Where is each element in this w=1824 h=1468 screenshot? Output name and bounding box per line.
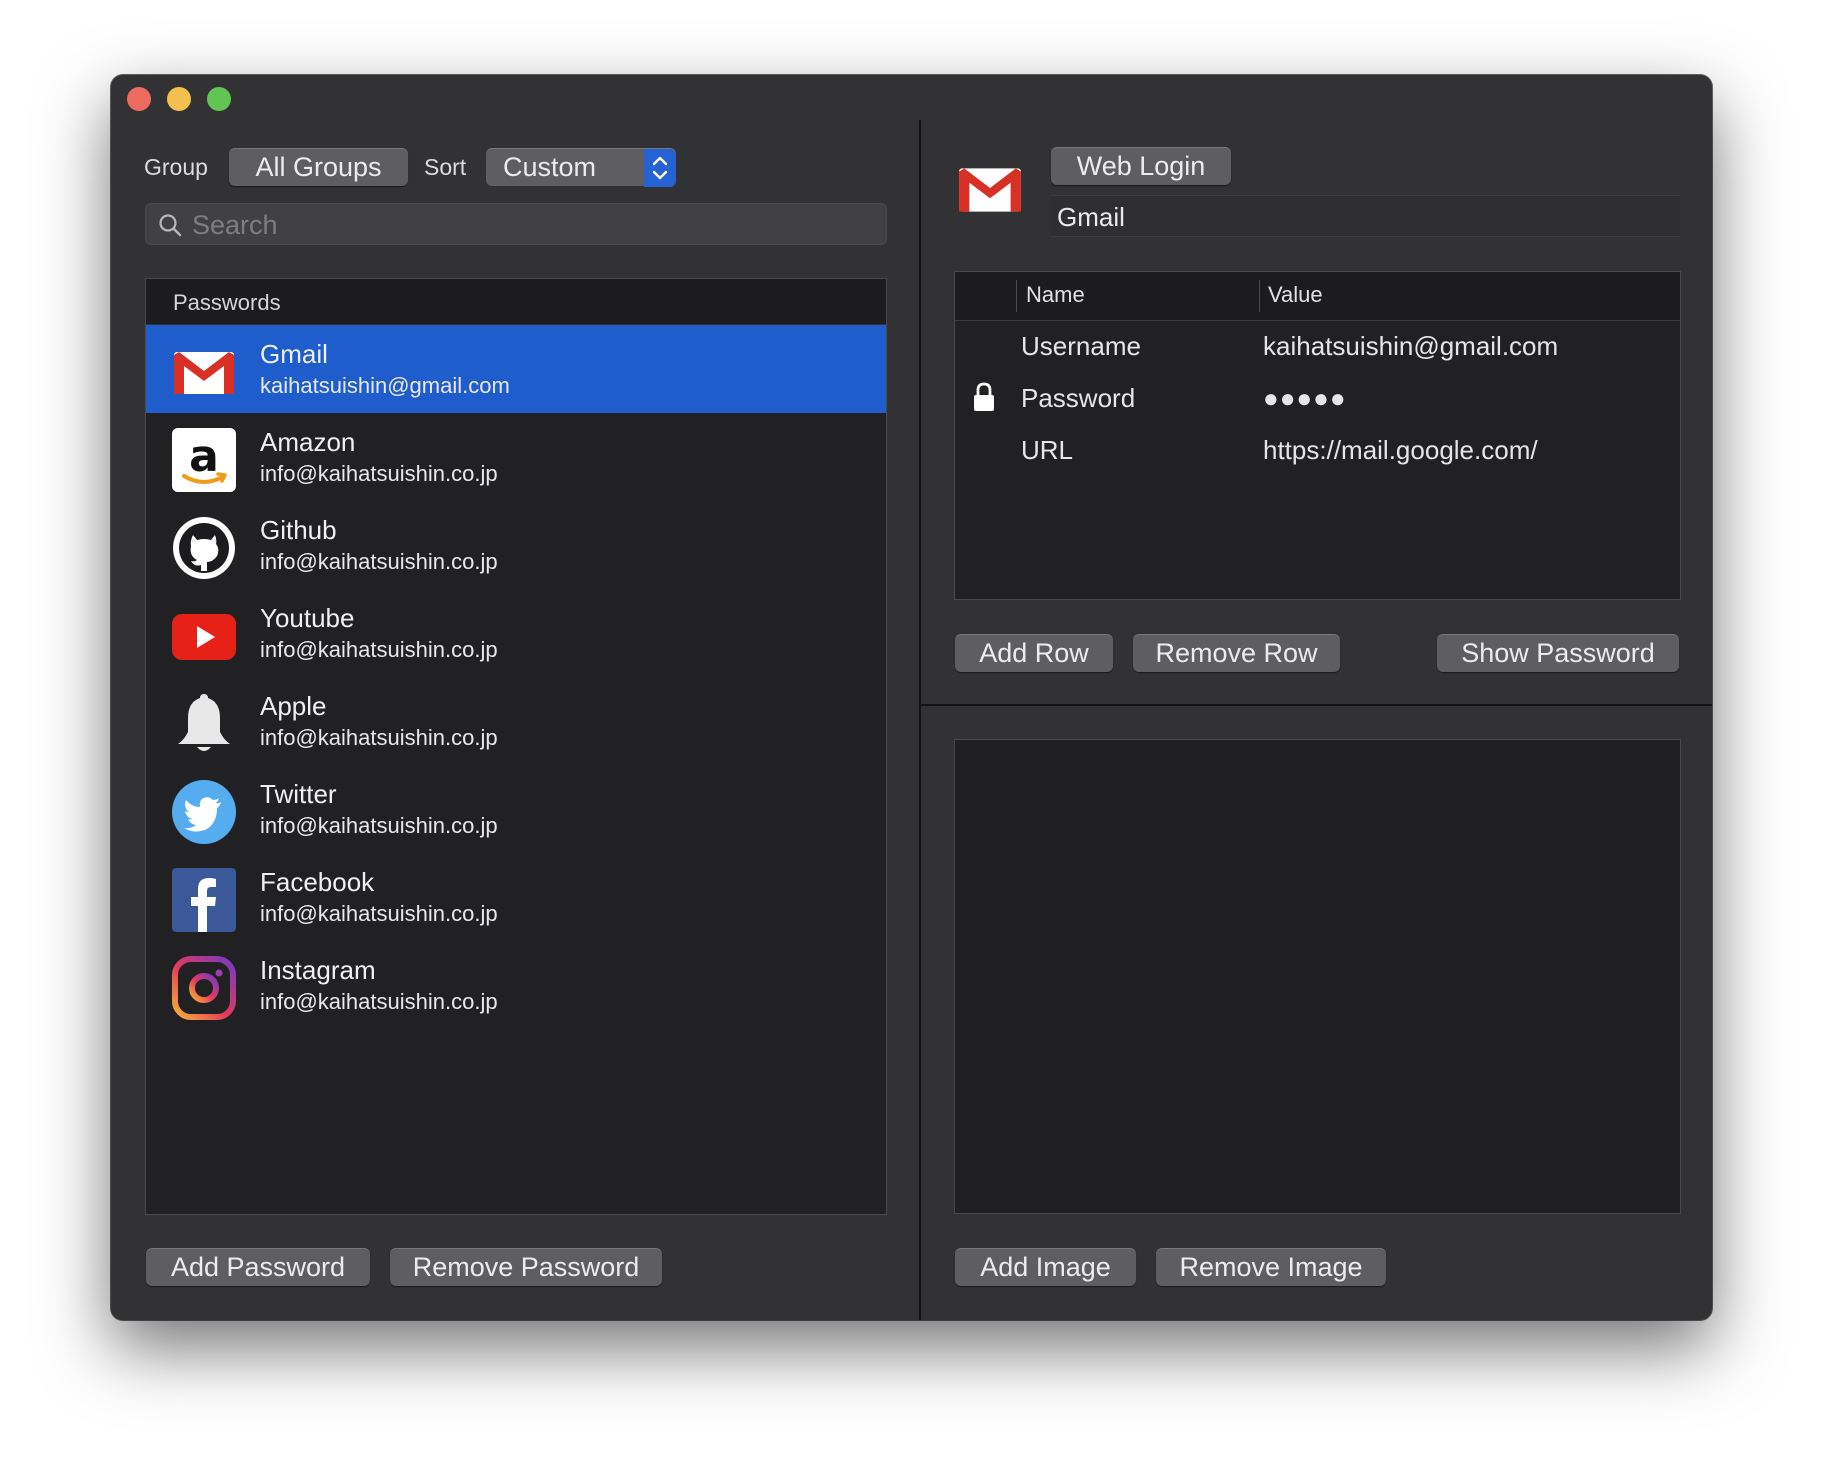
- add-image-button[interactable]: Add Image: [955, 1248, 1136, 1286]
- entry-type-popup-button[interactable]: Web Login: [1051, 147, 1231, 185]
- bell-icon: [178, 694, 230, 751]
- show-password-button[interactable]: Show Password: [1437, 634, 1679, 672]
- twitter-icon: [172, 780, 236, 844]
- sort-label: Sort: [424, 154, 467, 180]
- search-field[interactable]: Search: [145, 203, 887, 245]
- sort-select-value: Custom: [503, 152, 597, 182]
- remove-image-button[interactable]: Remove Image: [1156, 1248, 1386, 1286]
- item-subtitle: info@kaihatsuishin.co.jp: [260, 461, 498, 486]
- zoom-window-button[interactable]: [207, 87, 231, 111]
- search-icon: [159, 214, 182, 237]
- item-title: Gmail: [260, 339, 328, 369]
- item-title: Facebook: [260, 867, 375, 897]
- facebook-icon: [172, 868, 236, 932]
- updown-chevron-icon: [644, 149, 676, 187]
- entry-title-value: Gmail: [1057, 202, 1125, 232]
- item-subtitle: info@kaihatsuishin.co.jp: [260, 813, 498, 838]
- amazon-icon: a: [172, 428, 236, 492]
- field-value: ●●●●●: [1263, 383, 1347, 413]
- table-row-username[interactable]: Username kaihatsuishin@gmail.com: [955, 320, 1680, 372]
- item-title: Amazon: [260, 427, 356, 457]
- list-item-facebook[interactable]: Facebook info@kaihatsuishin.co.jp: [146, 853, 886, 941]
- column-header-name[interactable]: Name: [1026, 282, 1085, 308]
- password-list: Passwords Gmail kaihatsuishin@gmail.com …: [145, 278, 887, 1215]
- item-subtitle: kaihatsuishin@gmail.com: [260, 373, 510, 398]
- search-placeholder: Search: [192, 210, 278, 240]
- list-item-instagram[interactable]: Instagram info@kaihatsuishin.co.jp: [146, 941, 886, 1029]
- close-window-button[interactable]: [127, 87, 151, 111]
- field-name: Password: [1021, 383, 1136, 413]
- lock-icon: [974, 382, 994, 411]
- field-name: Username: [1021, 331, 1141, 361]
- item-title: Github: [260, 515, 337, 545]
- remove-row-button[interactable]: Remove Row: [1133, 634, 1340, 672]
- item-subtitle: info@kaihatsuishin.co.jp: [260, 549, 498, 574]
- field-name: URL: [1021, 435, 1074, 465]
- list-item-gmail[interactable]: Gmail kaihatsuishin@gmail.com: [146, 325, 886, 413]
- fields-table: Name Value Username kaihatsuishin@gmail.…: [954, 271, 1681, 600]
- table-row-password[interactable]: Password ●●●●●: [955, 372, 1680, 424]
- list-item-apple[interactable]: Apple info@kaihatsuishin.co.jp: [146, 677, 886, 765]
- instagram-icon: [172, 956, 236, 1020]
- item-title: Twitter: [260, 779, 337, 809]
- split-divider[interactable]: [921, 704, 1712, 706]
- item-title: Youtube: [260, 603, 355, 633]
- minimize-window-button[interactable]: [167, 87, 191, 111]
- list-item-amazon[interactable]: a Amazon info@kaihatsuishin.co.jp: [146, 413, 886, 501]
- column-header-value[interactable]: Value: [1268, 282, 1323, 308]
- group-label: Group: [144, 154, 208, 180]
- list-header: Passwords: [146, 279, 886, 325]
- github-icon: [173, 517, 235, 579]
- add-password-button[interactable]: Add Password: [146, 1248, 370, 1286]
- remove-password-button[interactable]: Remove Password: [390, 1248, 662, 1286]
- column-separator: [1016, 280, 1017, 312]
- item-subtitle: info@kaihatsuishin.co.jp: [260, 901, 498, 926]
- table-header: Name Value: [955, 272, 1680, 321]
- list-item-github[interactable]: Github info@kaihatsuishin.co.jp: [146, 501, 886, 589]
- column-separator: [1259, 280, 1260, 312]
- svg-text:a: a: [189, 431, 219, 482]
- item-subtitle: info@kaihatsuishin.co.jp: [260, 989, 498, 1014]
- item-subtitle: info@kaihatsuishin.co.jp: [260, 637, 498, 662]
- item-title: Apple: [260, 691, 327, 721]
- youtube-icon: [172, 614, 236, 660]
- entry-title-field[interactable]: Gmail: [1050, 195, 1680, 237]
- group-popup-button[interactable]: All Groups: [229, 148, 408, 186]
- image-well[interactable]: [954, 739, 1681, 1214]
- pane-divider[interactable]: [919, 120, 921, 1320]
- table-row-url[interactable]: URL https://mail.google.com/: [955, 424, 1680, 476]
- sort-select[interactable]: Custom: [486, 148, 676, 187]
- list-item-twitter[interactable]: Twitter info@kaihatsuishin.co.jp: [146, 765, 886, 853]
- app-window: Group All Groups Sort Custom Search Pass…: [111, 75, 1712, 1320]
- gmail-icon: [174, 352, 234, 394]
- add-row-button[interactable]: Add Row: [955, 634, 1113, 672]
- item-title: Instagram: [260, 955, 376, 985]
- field-value: kaihatsuishin@gmail.com: [1263, 331, 1559, 361]
- item-subtitle: info@kaihatsuishin.co.jp: [260, 725, 498, 750]
- gmail-icon: [959, 168, 1021, 212]
- list-item-youtube[interactable]: Youtube info@kaihatsuishin.co.jp: [146, 589, 886, 677]
- field-value: https://mail.google.com/: [1263, 435, 1538, 465]
